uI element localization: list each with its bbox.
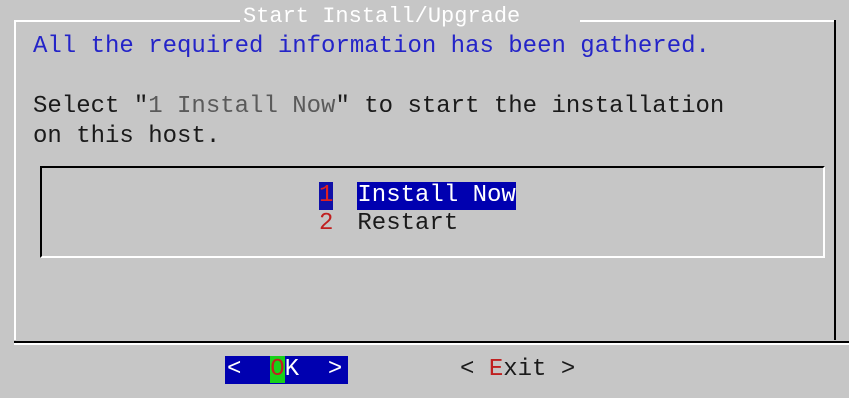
message-select: Select "1 Install Now" to start the inst… [33, 92, 724, 122]
install-dialog: Start Install/Upgrade All the required i… [0, 0, 849, 398]
message-gathered: All the required information has been ga… [33, 33, 710, 60]
ok-button[interactable]: < OK > [225, 356, 349, 384]
menu-item-restart[interactable]: 2 Restart [319, 210, 458, 238]
dialog-title: Start Install/Upgrade [241, 2, 523, 32]
message-host: on this host. [33, 123, 221, 150]
ok-button-rest: K > [284, 356, 343, 383]
message-select-quoted: 1 Install Now [148, 93, 336, 120]
menu-item-install-now[interactable]: 1 Install Now [319, 182, 516, 210]
exit-button-hotkey: E [488, 356, 504, 383]
exit-button-rest: xit > [503, 356, 576, 383]
menu-listbox[interactable]: 1 Install Now 2 Restart [40, 166, 825, 258]
frame-border-right [834, 20, 836, 340]
menu-item-label: Install Now [357, 182, 516, 210]
menu-item-tag: 1 [319, 182, 334, 210]
button-separator-highlight [14, 343, 849, 345]
exit-button[interactable]: < Exit > [460, 356, 575, 384]
ok-button-hotkey: O [270, 356, 285, 383]
frame-border-top-right [580, 20, 835, 22]
menu-item-tag: 2 [319, 210, 334, 237]
exit-button-left: < [460, 356, 489, 383]
frame-border-top-left [14, 20, 240, 22]
frame-border-left [14, 20, 16, 340]
menu-item-label: Restart [357, 210, 459, 237]
message-select-prefix: Select " [33, 93, 149, 120]
message-select-suffix: " to start the installation [335, 93, 725, 120]
ok-button-left: < [227, 356, 271, 383]
